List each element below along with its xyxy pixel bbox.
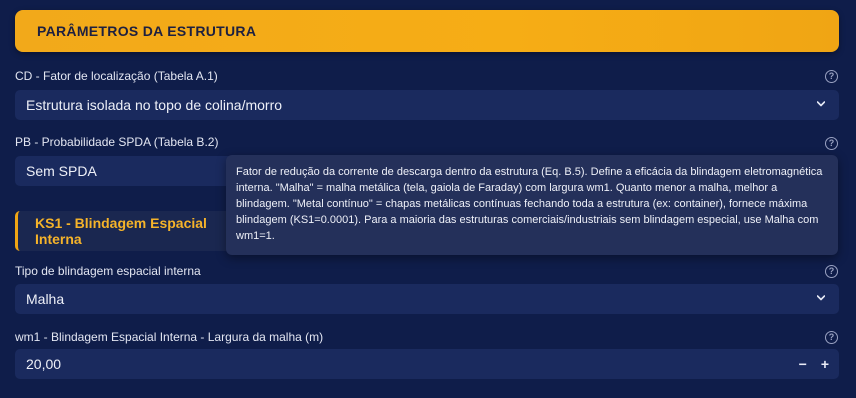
- cd-select[interactable]: Estrutura isolada no topo de colina/morr…: [15, 90, 839, 120]
- section-header: PARÂMETROS DA ESTRUTURA: [15, 10, 839, 52]
- cd-select-value: Estrutura isolada no topo de colina/morr…: [26, 97, 283, 113]
- pb-help-icon[interactable]: ?: [825, 137, 838, 150]
- wm1-input[interactable]: 20,00: [26, 356, 61, 372]
- help-tooltip: Fator de redução da corrente de descarga…: [226, 155, 838, 255]
- tooltip-text: Fator de redução da corrente de descarga…: [236, 166, 823, 242]
- ks1-section-title: KS1 - Blindagem Espacial Interna: [35, 215, 207, 247]
- wm1-stepper[interactable]: 20,00 − +: [15, 349, 839, 379]
- pb-label: PB - Probabilidade SPDA (Tabela B.2): [15, 135, 219, 149]
- pb-select[interactable]: Sem SPDA: [15, 156, 235, 186]
- shield-type-select[interactable]: Malha: [15, 284, 839, 314]
- shield-type-label: Tipo de blindagem espacial interna: [15, 264, 201, 278]
- cd-help-icon[interactable]: ?: [825, 70, 838, 83]
- ks1-section-header: KS1 - Blindagem Espacial Interna: [15, 211, 248, 251]
- increment-button[interactable]: +: [821, 356, 829, 372]
- shield-type-select-value: Malha: [26, 291, 65, 307]
- wm1-label: wm1 - Blindagem Espacial Interna - Largu…: [15, 330, 324, 344]
- pb-select-value: Sem SPDA: [26, 163, 97, 179]
- wm1-help-icon[interactable]: ?: [825, 331, 838, 344]
- cd-label: CD - Fator de localização (Tabela A.1): [15, 69, 218, 83]
- section-header-title: PARÂMETROS DA ESTRUTURA: [37, 23, 257, 39]
- chevron-down-icon: [817, 101, 825, 107]
- shield-type-help-icon[interactable]: ?: [825, 265, 838, 278]
- decrement-button[interactable]: −: [799, 356, 807, 372]
- chevron-down-icon: [817, 295, 825, 301]
